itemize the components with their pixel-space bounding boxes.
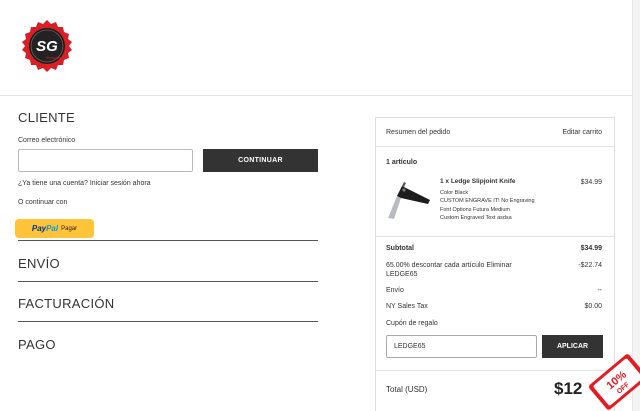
discount-badge[interactable]: 10% OFF <box>588 352 640 411</box>
store-logo[interactable]: SG Sharpener <box>21 20 73 72</box>
envio-heading[interactable]: ENVÍO <box>18 256 60 271</box>
section-divider <box>18 321 318 322</box>
line-item-details: 1 x Ledge Slipjoint Knife Color Black CU… <box>440 178 570 223</box>
paypal-pagar-label: Pagar <box>61 225 78 232</box>
shipping-label: Envío <box>386 287 404 294</box>
logo-subtext: Sharpener <box>46 56 63 60</box>
subtotal-value: $34.99 <box>580 245 602 252</box>
coupon-label: Cupón de regalo <box>386 320 438 327</box>
login-prompt-link[interactable]: ¿Ya tiene una cuenta? Iniciar sesión aho… <box>18 180 151 187</box>
email-input[interactable] <box>18 149 193 172</box>
item-count: 1 artículo <box>386 159 418 166</box>
header: SG Sharpener <box>0 0 640 96</box>
total-label: Total (USD) <box>386 385 428 394</box>
item-option: Font Options Futura Medium <box>440 206 511 213</box>
item-option: CUSTOM ENGRAVE IT! No Engraving <box>440 198 535 204</box>
item-option: Color Black <box>440 189 469 196</box>
facturacion-heading[interactable]: FACTURACIÓN <box>18 296 114 311</box>
order-summary: Resumen del pedido Editar carrito 1 artí… <box>375 117 615 411</box>
logo-text: SG <box>36 38 58 55</box>
total-value: $12 <box>554 379 583 398</box>
section-divider <box>18 281 318 282</box>
coupon-input[interactable] <box>386 335 537 358</box>
item-price: $34.99 <box>580 179 602 186</box>
item-option: Custom Engraved Text asdsa <box>440 215 512 221</box>
shipping-value: -- <box>597 287 602 294</box>
cliente-heading: CLIENTE <box>18 110 76 125</box>
or-continue-label: O continuar con <box>18 199 68 206</box>
tax-label: NY Sales Tax <box>386 303 428 310</box>
continue-button[interactable]: CONTINUAR <box>203 149 318 172</box>
tax-value: $0.00 <box>584 303 602 310</box>
product-thumbnail[interactable] <box>384 174 432 222</box>
paypal-logo-icon: PayPal <box>31 224 59 233</box>
section-divider <box>18 240 318 241</box>
pago-heading[interactable]: PAGO <box>18 337 56 352</box>
email-label: Correo electrónico <box>18 137 76 144</box>
subtotal-label: Subtotal <box>386 245 414 252</box>
edit-cart-link[interactable]: Editar carrito <box>562 129 602 136</box>
item-name[interactable]: 1 x Ledge Slipjoint Knife <box>440 178 570 187</box>
discount-code: LEDGE65 <box>386 271 418 278</box>
page-scrollbar[interactable] <box>632 0 640 411</box>
paypal-button[interactable]: PayPal Pagar <box>15 219 94 238</box>
discount-value: -$22.74 <box>578 262 602 269</box>
discount-label: 65.00% descontar cada artículo Eliminar <box>386 262 512 269</box>
knife-icon <box>388 182 430 219</box>
checkout-steps: CLIENTE Correo electrónico CONTINUAR ¿Ya… <box>0 96 340 411</box>
